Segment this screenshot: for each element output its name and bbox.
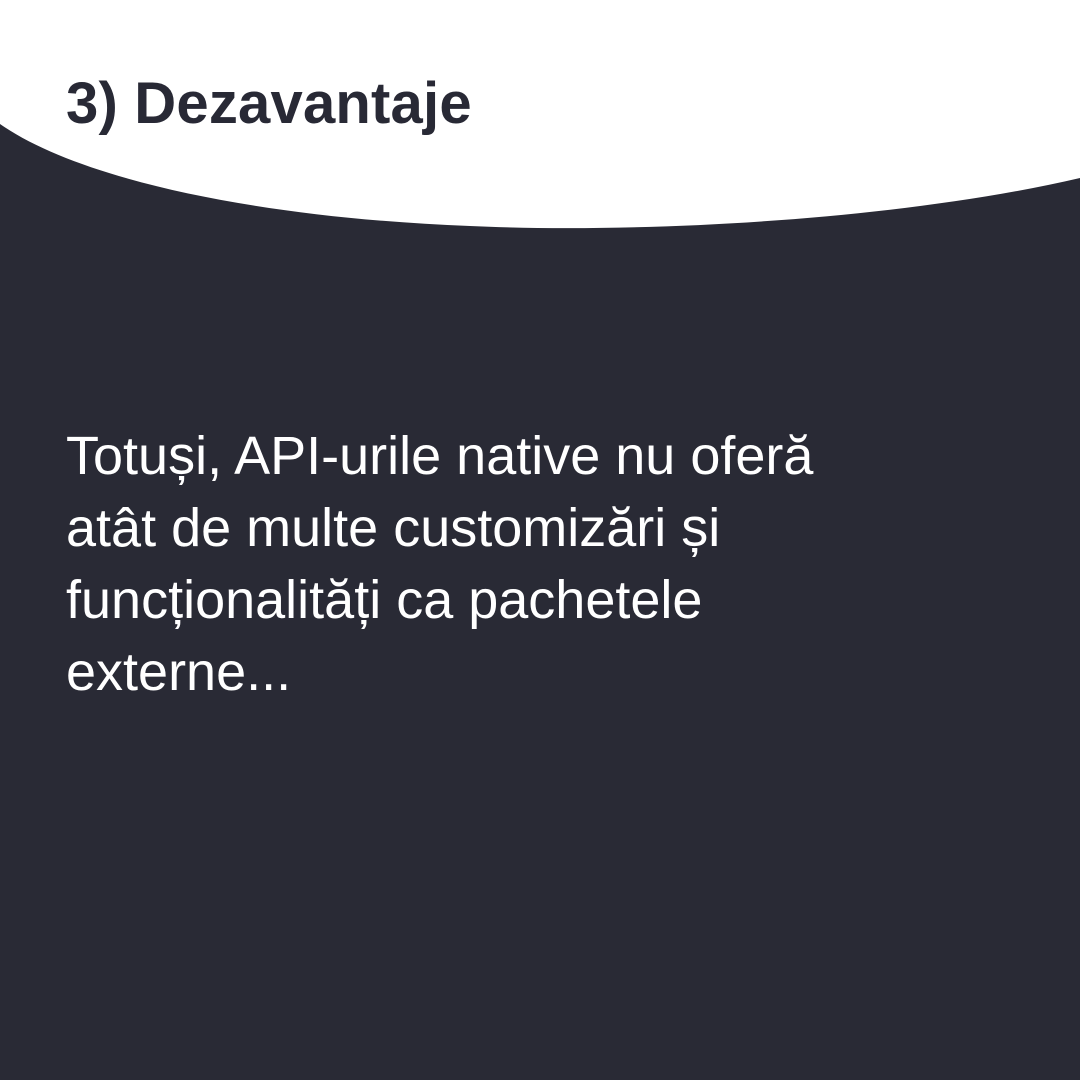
slide: 3) Dezavantaje Totuși, API-urile native … bbox=[0, 0, 1080, 1080]
body-line: atât de multe customizări și bbox=[66, 498, 721, 558]
body-paragraph: Totuși, API-urile native nu oferă atât d… bbox=[66, 420, 966, 708]
body-line: externe... bbox=[66, 642, 292, 702]
slide-title: 3) Dezavantaje bbox=[66, 71, 472, 136]
body-line: funcționalități ca pachetele bbox=[66, 570, 703, 630]
body-line: Totuși, API-urile native nu oferă bbox=[66, 426, 814, 486]
